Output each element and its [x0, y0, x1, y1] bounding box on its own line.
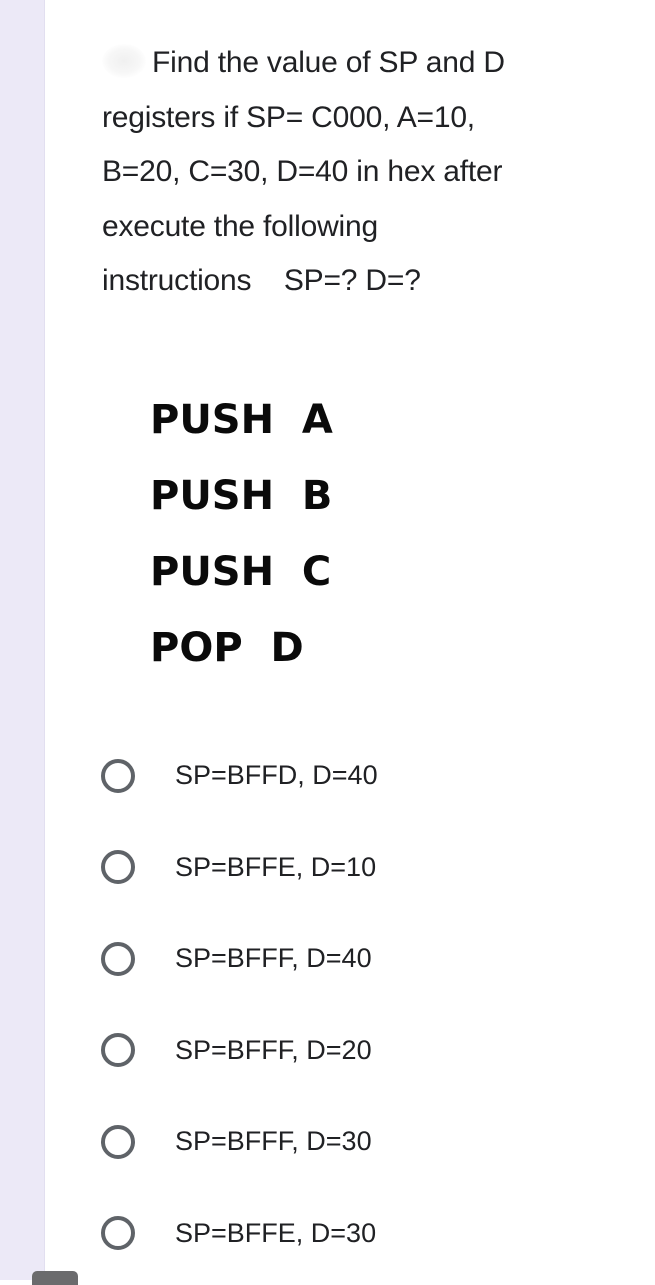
radio-button-icon[interactable]	[101, 1033, 135, 1068]
question-line: registers if SP= C000, A=10,	[102, 100, 475, 134]
side-strip	[0, 0, 45, 1280]
option-label: SP=BFFF, D=40	[175, 943, 372, 974]
radio-button-icon[interactable]	[101, 758, 135, 793]
bottom-tab-handle[interactable]	[32, 1271, 78, 1285]
question-line: instructions SP=? D=?	[102, 264, 421, 297]
option-2[interactable]: SP=BFFE, D=10	[100, 822, 378, 914]
radio-button-icon[interactable]	[101, 941, 135, 976]
option-label: SP=BFFE, D=30	[175, 1217, 377, 1248]
question-line: execute the following	[102, 209, 378, 243]
radio-button-icon[interactable]	[101, 850, 135, 885]
option-6[interactable]: SP=BFFE, D=30	[100, 1188, 378, 1280]
instruction-line: POP D	[150, 625, 304, 671]
instruction-image: PUSH A PUSH B PUSH C POP D	[150, 382, 333, 686]
option-4[interactable]: SP=BFFF, D=20	[100, 1005, 378, 1097]
answer-options: SP=BFFD, D=40 SP=BFFE, D=10 SP=BFFF, D=4…	[100, 730, 378, 1279]
option-label: SP=BFFE, D=10	[175, 851, 377, 882]
option-label: SP=BFFF, D=20	[175, 1034, 372, 1065]
question-line: B=20, C=30, D=40 in hex after	[102, 155, 503, 188]
option-3[interactable]: SP=BFFF, D=40	[100, 913, 378, 1005]
option-label: SP=BFFD, D=40	[175, 760, 378, 791]
option-label: SP=BFFF, D=30	[175, 1126, 372, 1157]
option-1[interactable]: SP=BFFD, D=40	[100, 730, 378, 822]
option-5[interactable]: SP=BFFF, D=30	[100, 1096, 378, 1188]
question-text: Find the value of SP and D registers if …	[102, 36, 622, 309]
radio-button-icon[interactable]	[101, 1124, 135, 1159]
question-line: Find the value of SP and D	[152, 46, 505, 79]
instruction-line: PUSH B	[150, 473, 333, 519]
instruction-line: PUSH A	[150, 397, 333, 443]
instruction-line: PUSH C	[150, 549, 332, 595]
radio-button-icon[interactable]	[101, 1216, 135, 1251]
